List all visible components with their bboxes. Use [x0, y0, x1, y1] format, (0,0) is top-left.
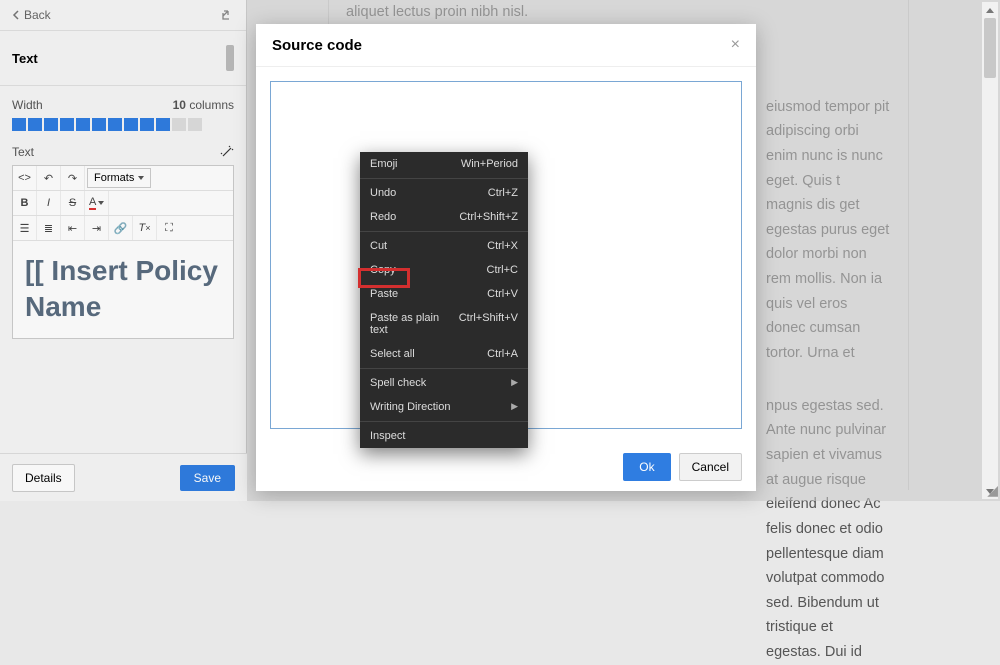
- source-code-button[interactable]: <>: [13, 166, 37, 190]
- formats-label: Formats: [94, 172, 134, 184]
- fullscreen-button[interactable]: ⛶: [157, 216, 181, 240]
- magic-wand-button[interactable]: [220, 145, 234, 159]
- modal-title: Source code: [272, 37, 362, 54]
- cancel-button[interactable]: Cancel: [679, 453, 742, 481]
- ctx-cut[interactable]: CutCtrl+X: [360, 234, 528, 258]
- italic-button[interactable]: I: [37, 191, 61, 215]
- width-label: Width: [12, 98, 43, 112]
- main-scrollbar[interactable]: [982, 2, 998, 499]
- resize-grip-icon: ◢: [987, 482, 998, 499]
- link-button[interactable]: 🔗: [109, 216, 133, 240]
- scroll-thumb[interactable]: [984, 18, 996, 78]
- outdent-button[interactable]: ⇤: [61, 216, 85, 240]
- bold-button[interactable]: B: [13, 191, 37, 215]
- strikethrough-button[interactable]: S: [61, 191, 85, 215]
- caret-down-icon: [138, 176, 144, 180]
- back-button[interactable]: Back: [12, 8, 51, 22]
- back-label: Back: [24, 8, 51, 22]
- context-menu: EmojiWin+Period UndoCtrl+Z RedoCtrl+Shif…: [360, 152, 528, 448]
- external-link-button[interactable]: [220, 8, 234, 22]
- ctx-spell-check[interactable]: Spell check▶: [360, 371, 528, 395]
- columns-readout: 10 columns: [173, 98, 234, 112]
- save-button[interactable]: Save: [180, 465, 235, 491]
- ctx-undo[interactable]: UndoCtrl+Z: [360, 181, 528, 205]
- ctx-select-all[interactable]: Select allCtrl+A: [360, 342, 528, 366]
- width-column-slider[interactable]: [12, 118, 234, 131]
- external-link-icon: [220, 8, 234, 22]
- wand-icon: [220, 145, 234, 159]
- section-scrollbar-thumb[interactable]: [226, 45, 234, 71]
- formats-dropdown[interactable]: Formats: [87, 168, 151, 188]
- ctx-emoji[interactable]: EmojiWin+Period: [360, 152, 528, 176]
- ok-button[interactable]: Ok: [623, 453, 670, 481]
- text-field-label: Text: [12, 145, 34, 159]
- ctx-writing-direction[interactable]: Writing Direction▶: [360, 395, 528, 419]
- text-color-button[interactable]: A: [85, 191, 109, 215]
- redo-button[interactable]: ↷: [61, 166, 85, 190]
- left-properties-panel: Back Text Width 10 columns Text <> ↶: [0, 0, 247, 501]
- bullet-list-button[interactable]: ☰: [13, 216, 37, 240]
- section-title: Text: [12, 51, 38, 66]
- chevron-left-icon: [12, 10, 20, 20]
- ctx-redo[interactable]: RedoCtrl+Shift+Z: [360, 205, 528, 229]
- modal-close-button[interactable]: ×: [731, 36, 740, 54]
- indent-button[interactable]: ⇥: [85, 216, 109, 240]
- ctx-paste-plain[interactable]: Paste as plain textCtrl+Shift+V: [360, 306, 528, 342]
- scroll-up-button[interactable]: [982, 2, 998, 18]
- triangle-up-icon: [986, 8, 994, 13]
- rich-text-editor: <> ↶ ↷ Formats B I S A ☰ ≣ ⇤ ⇥ 🔗 T×: [12, 165, 234, 339]
- numbered-list-button[interactable]: ≣: [37, 216, 61, 240]
- clear-formatting-button[interactable]: T×: [133, 216, 157, 240]
- ctx-copy[interactable]: CopyCtrl+C: [360, 258, 528, 282]
- undo-button[interactable]: ↶: [37, 166, 61, 190]
- editor-content[interactable]: [[ Insert Policy Name: [13, 241, 233, 338]
- ctx-paste[interactable]: PasteCtrl+V: [360, 282, 528, 306]
- ctx-inspect[interactable]: Inspect: [360, 424, 528, 448]
- details-button[interactable]: Details: [12, 464, 75, 492]
